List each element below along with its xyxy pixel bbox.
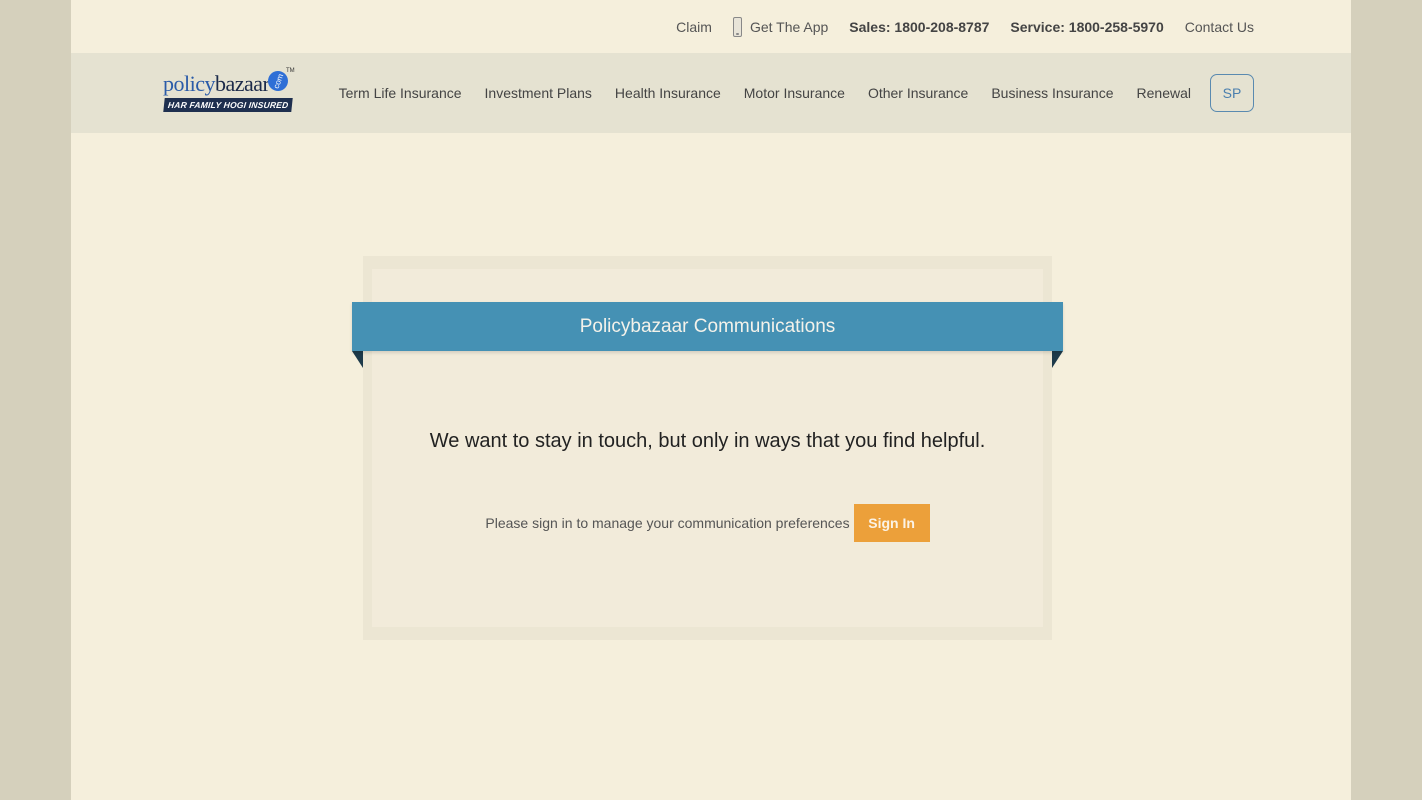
- nav-renewal[interactable]: Renewal: [1137, 85, 1191, 101]
- logo-wordmark: policybazaar: [163, 71, 270, 96]
- card-headline: We want to stay in touch, but only in wa…: [429, 430, 986, 452]
- nav-business-insurance[interactable]: Business Insurance: [991, 85, 1113, 101]
- sign-in-button[interactable]: Sign In: [853, 504, 930, 542]
- nav-other-insurance[interactable]: Other Insurance: [868, 85, 968, 101]
- nav-investment-plans[interactable]: Investment Plans: [485, 85, 592, 101]
- page: Claim Get The App Sales: 1800-208-8787 S…: [71, 0, 1351, 800]
- card-title: Policybazaar Communications: [579, 315, 836, 337]
- logo-tagline: HAR FAMILY HOGI INSURED: [163, 98, 294, 112]
- ribbon-fold-left: [352, 351, 363, 368]
- nav-links: Term Life Insurance Investment Plans Hea…: [339, 74, 1254, 112]
- signin-row: Please sign in to manage your communicat…: [363, 504, 1052, 542]
- ribbon-fold-right: [1052, 351, 1063, 368]
- nav-health-insurance[interactable]: Health Insurance: [615, 85, 721, 101]
- contact-us-link[interactable]: Contact Us: [1185, 19, 1254, 35]
- sales-phone-link[interactable]: Sales: 1800-208-8787: [849, 19, 989, 35]
- phone-icon: [732, 16, 742, 37]
- nav-motor-insurance[interactable]: Motor Insurance: [744, 85, 845, 101]
- user-account-button[interactable]: SP: [1210, 74, 1254, 112]
- main-navbar: policybazaar com TM HAR FAMILY HOGI INSU…: [71, 53, 1351, 133]
- service-phone-link[interactable]: Service: 1800-258-5970: [1010, 19, 1163, 35]
- nav-term-life-insurance[interactable]: Term Life Insurance: [339, 85, 462, 101]
- get-app-label: Get The App: [749, 18, 829, 35]
- logo-trademark: TM: [286, 68, 295, 74]
- signin-prompt: Please sign in to manage your communicat…: [485, 515, 850, 531]
- top-utility-bar: Claim Get The App Sales: 1800-208-8787 S…: [71, 0, 1351, 53]
- get-app-link[interactable]: Get The App: [732, 16, 829, 37]
- policybazaar-logo[interactable]: policybazaar com TM HAR FAMILY HOGI INSU…: [163, 68, 298, 118]
- card-title-ribbon: Policybazaar Communications: [352, 302, 1063, 351]
- claim-link[interactable]: Claim: [676, 19, 712, 35]
